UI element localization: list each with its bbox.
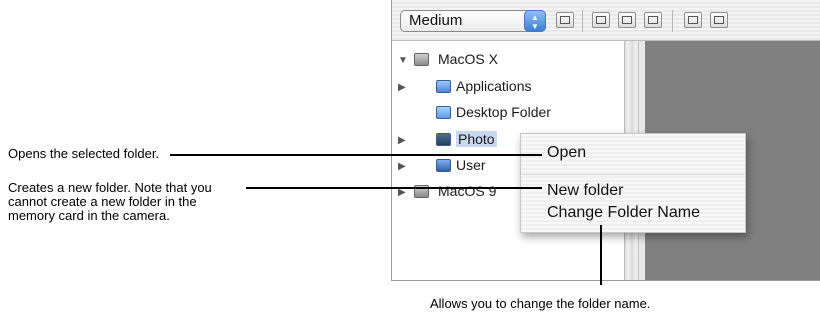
fit-icon[interactable] <box>556 12 574 28</box>
menu-item-change-folder-name[interactable]: Change Folder Name <box>547 204 700 222</box>
size-select-value: Medium <box>409 12 463 29</box>
disclosure-closed-icon[interactable]: ▶ <box>398 135 406 146</box>
callout-rename: Allows you to change the folder name. <box>430 296 651 311</box>
disclosure-open-icon[interactable]: ▼ <box>398 55 408 66</box>
tree-item-label: Photo <box>456 131 497 147</box>
context-menu: Open New folder Change Folder Name <box>520 133 746 233</box>
tree-item-macos-x[interactable]: ▼ MacOS X <box>392 51 624 73</box>
disclosure-closed-icon[interactable]: ▶ <box>398 82 406 93</box>
import-icon[interactable] <box>592 12 610 28</box>
callout-line: memory card in the camera. <box>8 208 170 223</box>
tree-item-applications[interactable]: ▶ Applications <box>392 78 624 100</box>
leader-line-new-folder <box>246 187 542 189</box>
leader-line-rename <box>600 225 602 285</box>
folder-icon <box>436 133 451 146</box>
menu-item-open[interactable]: Open <box>547 144 586 162</box>
copy2-icon[interactable] <box>710 12 728 28</box>
leader-line-open <box>170 154 542 156</box>
window-icon[interactable] <box>644 12 662 28</box>
toolbar: Medium ▲ ▼ <box>392 0 820 41</box>
applications-folder-icon <box>436 80 451 93</box>
tree-item-label: Applications <box>456 78 532 94</box>
disclosure-closed-icon[interactable]: ▶ <box>398 161 406 172</box>
tree-item-label: User <box>456 157 486 173</box>
tree-item-label: MacOS X <box>438 51 498 67</box>
copy-icon[interactable] <box>684 12 702 28</box>
thumbnail-size-select[interactable]: Medium ▲ ▼ <box>400 10 546 32</box>
menu-separator <box>522 174 744 175</box>
callout-new-folder: Creates a new folder. Note that you cann… <box>8 181 212 223</box>
user-folder-icon <box>436 159 451 172</box>
hard-disk-icon <box>414 53 429 66</box>
callout-open: Opens the selected folder. <box>8 146 160 161</box>
export-icon[interactable] <box>618 12 636 28</box>
callout-line: cannot create a new folder in the <box>8 194 197 209</box>
select-arrows-icon: ▲ ▼ <box>524 10 546 32</box>
tree-item-desktop-folder[interactable]: Desktop Folder <box>392 104 624 126</box>
tree-item-label: MacOS 9 <box>438 183 497 199</box>
callout-line: Creates a new folder. Note that you <box>8 180 212 195</box>
tree-item-label: Desktop Folder <box>456 104 551 120</box>
menu-item-new-folder[interactable]: New folder <box>547 182 623 200</box>
folder-icon <box>436 106 451 119</box>
